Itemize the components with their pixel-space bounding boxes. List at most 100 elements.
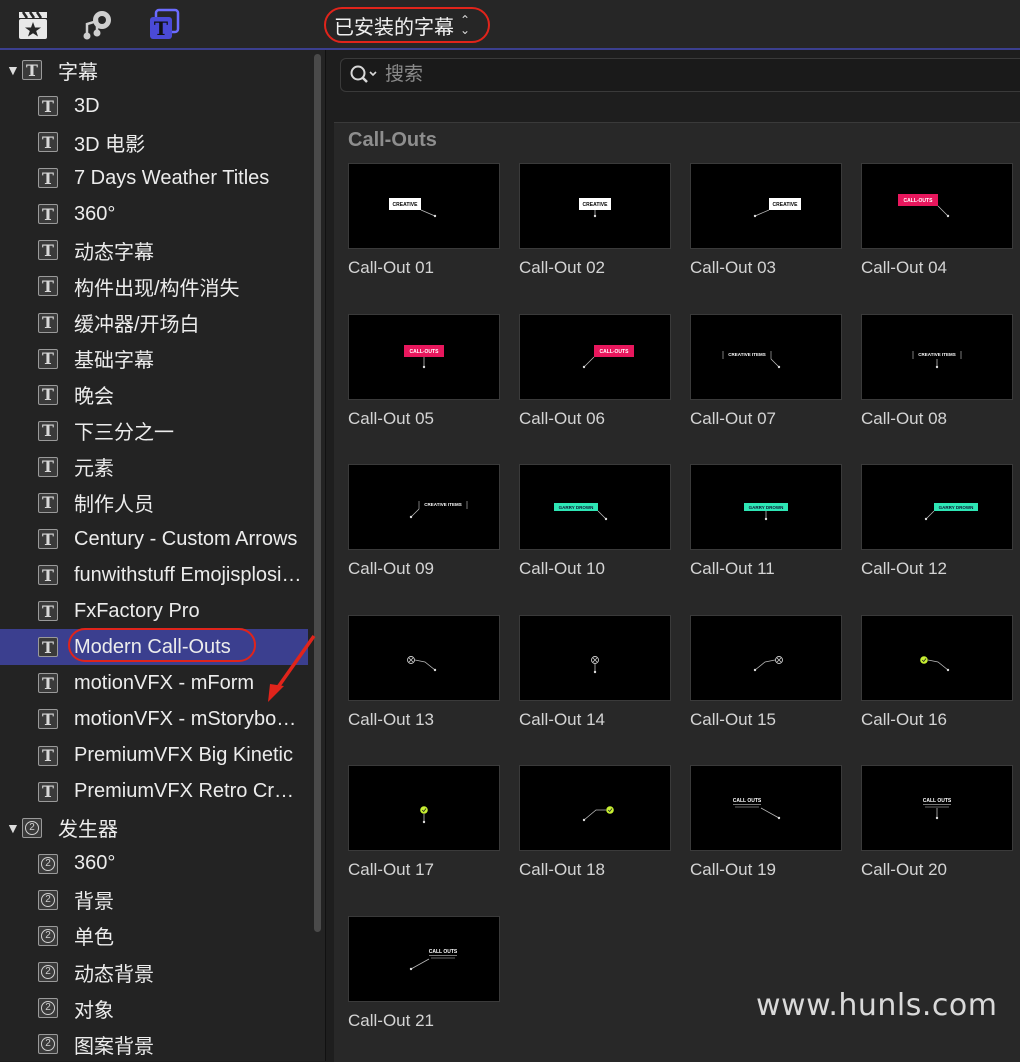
sidebar-item-label: 制作人员 [74,494,154,517]
sidebar-item[interactable]: T FxFactory Pro [0,593,308,629]
callout-title: Call-Out 13 [348,709,434,729]
sidebar-item[interactable]: 2 对象 [0,990,308,1026]
thumbnail-text: CALL-OUTS [410,349,440,355]
sidebar-group[interactable]: ▼ T 字幕 [0,52,314,88]
callout-tile[interactable]: Call-Out 17 [348,765,500,905]
callout-tile[interactable]: CREATIVE Call-Out 03 [690,163,842,303]
titles-icon[interactable]: T [147,8,181,42]
search-bar[interactable] [340,58,1020,92]
title-t-icon: T [38,204,58,225]
callout-tile[interactable]: CREATIVE ITEMS Call-Out 09 [348,464,500,604]
callout-tile[interactable]: CALL OUTS Call-Out 21 [348,916,500,1056]
callout-title: Call-Out 14 [519,709,605,729]
sidebar-group[interactable]: ▼ 2 发生器 [0,810,314,846]
callout-thumbnail: GARRY DROWN [519,464,671,551]
generator-icon: 2 [38,1034,58,1055]
sidebar-item[interactable]: T 3D [0,88,308,124]
title-t-icon: T [38,565,58,586]
callout-tile[interactable]: CREATIVE Call-Out 01 [348,163,500,303]
thumbnail-text: CALL OUTS [923,798,952,804]
svg-text:T: T [154,18,168,40]
sidebar-item-label: motionVFX - mStoryboard [74,707,302,730]
title-t-icon: T [38,168,58,189]
callout-tile[interactable]: Call-Out 18 [519,765,671,905]
toolbar: T 已安装的字幕 ⌃ ⌄ [0,0,1020,50]
callout-tile[interactable]: GARRY DROWN Call-Out 10 [519,464,671,604]
callout-tile[interactable]: CREATIVE ITEMS Call-Out 08 [861,313,1013,454]
sidebar-item[interactable]: T 晚会 [0,377,308,413]
generator-icon: 2 [38,962,58,982]
sidebar-group-label: 字幕 [58,61,98,84]
callout-tile[interactable]: CREATIVE Call-Out 02 [519,163,671,303]
sidebar-item[interactable]: T 基础字幕 [0,341,308,377]
sidebar-item[interactable]: 2 背景 [0,882,308,918]
callout-thumbnail: CREATIVE [519,163,671,249]
title-t-icon: T [38,132,58,153]
sidebar-item[interactable]: T 下三分之一 [0,413,308,449]
sidebar-item-label: 动态背景 [74,963,154,986]
callout-tile[interactable]: Call-Out 16 [861,614,1013,755]
callout-tile[interactable]: Call-Out 14 [519,614,671,755]
callout-tile[interactable]: GARRY DROWN Call-Out 12 [861,464,1013,604]
sidebar-item-label: 单色 [74,927,114,950]
sidebar-item[interactable]: T 元素 [0,449,308,485]
sidebar-item-label: motionVFX - mForm [74,671,255,694]
sidebar-item[interactable]: 2 图案背景 [0,1026,308,1061]
thumbnail-text: GARRY DROWN [939,505,974,510]
sidebar-item-label: PremiumVFX Big Kinetic [74,744,293,767]
callout-tile[interactable]: GARRY DROWN Call-Out 11 [690,464,842,604]
thumbnail-text: CREATIVE ITEMS [424,502,461,507]
sidebar-item-label: 晚会 [74,386,114,409]
sidebar-item[interactable]: T Modern Call-Outs [0,629,308,666]
sidebar-item[interactable]: T 制作人员 [0,485,308,521]
sidebar-item[interactable]: T Century - Custom Arrows [0,521,308,557]
callout-title: Call-Out 10 [519,559,605,579]
thumbnail-text: CREATIVE [393,202,419,208]
sidebar-item[interactable]: T 缓冲器/开场白 [0,305,308,341]
callout-tile[interactable]: CALL-OUTS Call-Out 05 [348,313,500,454]
music-camera-icon[interactable] [82,8,116,42]
search-input[interactable] [383,63,987,87]
sidebar-scrollbar[interactable] [314,54,321,932]
callout-tile[interactable]: CREATIVE ITEMS Call-Out 07 [690,313,842,454]
callout-title: Call-Out 01 [348,258,434,277]
sidebar-item[interactable]: T 3D 电影 [0,124,308,160]
sidebar-item[interactable]: T 360° [0,196,308,232]
updown-chevron-icon: ⌃ ⌄ [460,13,471,37]
disclosure-triangle-icon[interactable]: ▼ [6,820,22,836]
sidebar-item-label: 元素 [74,458,114,481]
callout-tile[interactable]: CALL-OUTS Call-Out 06 [519,313,671,454]
sidebar: ▼ T 字幕 T 3D T 3D 电影 T 7 Days Weather Titles T 360°… [0,50,326,1061]
callout-thumbnail: CALL-OUTS [348,313,500,400]
callout-thumbnail: CREATIVE ITEMS [690,313,842,400]
sidebar-item[interactable]: 2 360° [0,846,308,882]
sidebar-item[interactable]: T PremiumVFX Retro Credits [0,774,308,810]
sidebar-item[interactable]: Tfunwithstuff Emojisplosion [0,557,308,593]
callout-title: Call-Out 20 [861,860,947,880]
sidebar-item[interactable]: TmotionVFX - mForm [0,665,308,701]
search-icon[interactable] [349,64,379,86]
sidebar-item[interactable]: T 7 Days Weather Titles [0,160,308,196]
callout-tile[interactable]: Call-Out 13 [348,614,500,755]
sidebar-item-label: 背景 [74,891,114,914]
callout-tile[interactable]: Call-Out 15 [690,614,842,755]
sidebar-item[interactable]: TmotionVFX - mStoryboard [0,701,308,737]
callout-thumbnail: GARRY DROWN [861,464,1013,551]
sidebar-item-label: PremiumVFX Retro Credits [74,780,302,803]
callout-tile[interactable]: CALL OUTS Call-Out 19 [690,765,842,905]
callout-tile[interactable]: CALL-OUTS Call-Out 04 [861,163,1013,303]
title-t-icon: T [38,276,58,297]
sidebar-item[interactable]: 2 动态背景 [0,954,308,990]
sidebar-item[interactable]: 2 单色 [0,918,308,954]
callout-tile[interactable]: CALL OUTS Call-Out 20 [861,765,1013,905]
callout-thumbnail: CALL OUTS [348,916,500,1002]
library-selector[interactable]: 已安装的字幕 ⌃ ⌄ [324,7,490,43]
sidebar-item[interactable]: T 构件出现/构件消失 [0,268,308,304]
callout-title: Call-Out 15 [690,709,776,729]
sidebar-item[interactable]: T PremiumVFX Big Kinetic [0,738,308,774]
thumbnail-text: GARRY DROWN [749,505,784,510]
disclosure-triangle-icon[interactable]: ▼ [6,62,22,78]
watermark: www.hunls.com [756,988,998,1023]
sidebar-item[interactable]: T 动态字幕 [0,232,308,268]
clapper-star-icon[interactable] [16,8,50,42]
